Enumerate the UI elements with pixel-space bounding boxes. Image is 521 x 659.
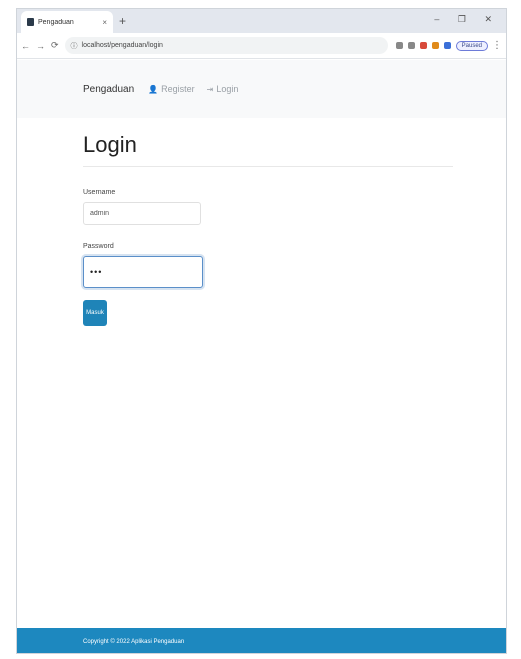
extension-icon[interactable] (443, 42, 451, 49)
extension-icon[interactable] (431, 42, 439, 49)
user-icon: 👤 (148, 84, 159, 94)
favicon-icon (27, 18, 34, 26)
nav-link-register[interactable]: 👤 Register (148, 84, 194, 94)
page-footer: Copyright © 2022 Aplikasi Pengaduan (17, 628, 506, 653)
extension-icon[interactable] (407, 42, 415, 49)
extension-icon[interactable] (395, 42, 403, 49)
username-label: Username (83, 189, 116, 196)
browser-tab[interactable]: Pengaduan × (21, 11, 113, 33)
password-label: Password (83, 243, 114, 250)
reload-icon[interactable]: ⟳ (51, 40, 59, 51)
page-title: Login (83, 132, 453, 167)
app-navbar: Pengaduan 👤 Register ⇥ Login (17, 60, 506, 118)
login-icon: ⇥ (206, 84, 214, 94)
address-text: localhost/pengaduan/login (81, 42, 163, 49)
site-info-icon[interactable]: ⓘ (71, 41, 78, 51)
extension-icon[interactable] (419, 42, 427, 49)
tab-strip: Pengaduan × + – ❐ ✕ (17, 9, 506, 33)
tab-close-icon[interactable]: × (102, 18, 107, 27)
profile-button[interactable]: Paused (455, 40, 488, 51)
nav-link-label: Login (216, 84, 239, 94)
browser-menu-icon[interactable]: ⋮ (492, 40, 502, 51)
login-form: Login Username Password Masuk (83, 132, 453, 326)
password-input[interactable] (83, 256, 203, 288)
navbar-brand[interactable]: Pengaduan (83, 84, 134, 95)
address-bar[interactable]: ⓘ localhost/pengaduan/login (64, 37, 388, 54)
submit-button[interactable]: Masuk (83, 300, 107, 326)
browser-window: Pengaduan × + – ❐ ✕ ← → ⟳ ⓘ localhost/pe… (16, 8, 507, 654)
footer-copyright: Copyright © 2022 Aplikasi Pengaduan (83, 638, 185, 645)
tab-title: Pengaduan (38, 18, 74, 26)
username-input[interactable] (83, 202, 201, 225)
nav-link-login[interactable]: ⇥ Login (207, 84, 239, 94)
browser-toolbar: ← → ⟳ ⓘ localhost/pengaduan/login Paused… (17, 33, 506, 59)
back-arrow-icon[interactable]: ← (21, 41, 30, 51)
web-page: Pengaduan 👤 Register ⇥ Login Login Usern… (17, 60, 506, 653)
nav-link-label: Register (161, 84, 195, 94)
window-controls[interactable]: – ❐ ✕ (434, 14, 500, 25)
forward-arrow-icon[interactable]: → (36, 41, 45, 51)
new-tab-icon[interactable]: + (119, 14, 126, 28)
